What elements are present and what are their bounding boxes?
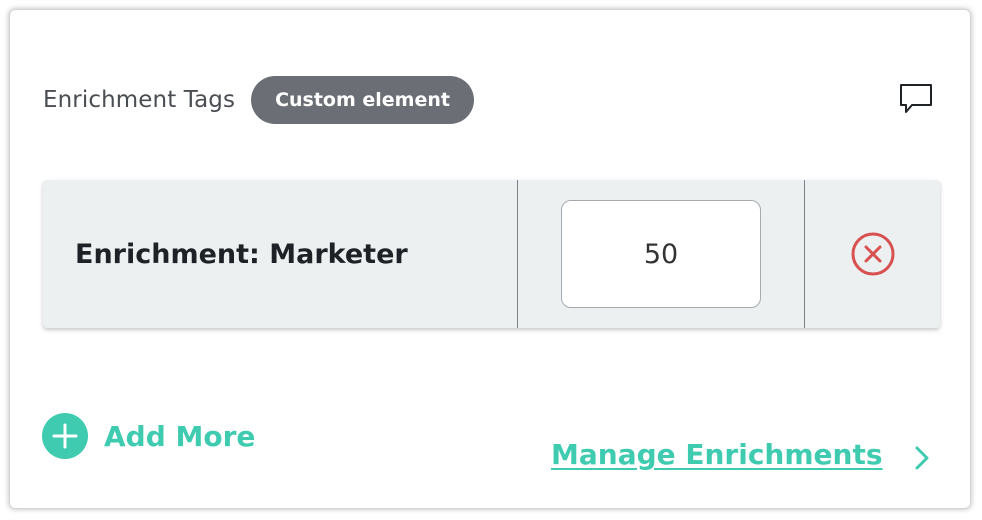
- card-title: Enrichment Tags: [43, 87, 236, 113]
- card-header: Enrichment Tags Custom element: [43, 76, 474, 124]
- add-more-label: Add More: [104, 419, 256, 453]
- enrichment-value-cell: [518, 180, 805, 328]
- manage-enrichments-link[interactable]: Manage Enrichments: [551, 438, 883, 471]
- add-more-button[interactable]: Add More: [42, 413, 255, 459]
- enrichment-label: Enrichment: Marketer: [75, 238, 408, 270]
- plus-circle-icon: [42, 413, 88, 459]
- chevron-right-icon[interactable]: [908, 443, 934, 473]
- enrichment-row: Enrichment: Marketer: [43, 180, 940, 328]
- enrichment-tags-card: Enrichment Tags Custom element Enrichmen…: [9, 9, 971, 509]
- comment-icon[interactable]: [898, 82, 934, 118]
- enrichment-label-cell: Enrichment: Marketer: [43, 180, 518, 328]
- enrichment-value-input[interactable]: [561, 200, 761, 308]
- close-circle-icon[interactable]: [849, 230, 897, 278]
- custom-element-badge: Custom element: [251, 76, 474, 124]
- enrichment-remove-cell: [805, 180, 940, 328]
